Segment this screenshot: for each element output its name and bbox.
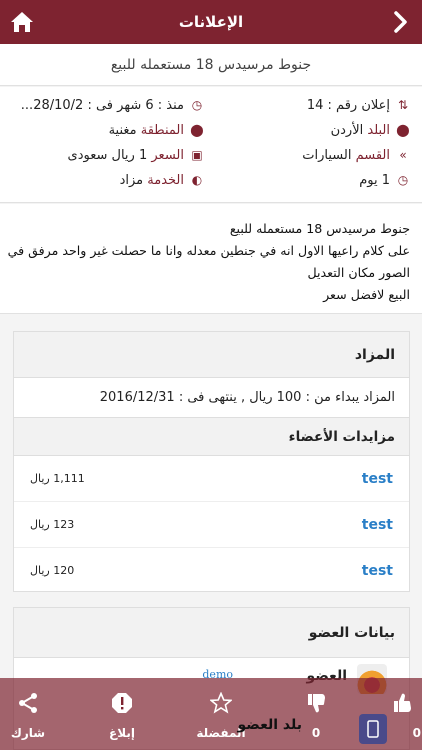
bid-row: test 123 ريال (14, 502, 409, 548)
like-count: 0 (412, 726, 421, 740)
bid-amount: 123 ريال (30, 518, 75, 531)
bid-user-link[interactable]: test (362, 548, 393, 594)
ad-number: ⇅إعلان رقم : 14 (230, 93, 410, 117)
bid-row: test 120 ريال (14, 548, 409, 594)
member-country-label: بلد العضو (237, 717, 302, 733)
bid-user-link[interactable]: test (362, 502, 393, 548)
share-button[interactable]: شارك (0, 678, 66, 750)
bid-amount: 1,111 ريال (30, 472, 85, 485)
back-chevron-icon[interactable] (386, 8, 414, 36)
dislike-button[interactable]: 0 (278, 678, 354, 750)
home-icon[interactable] (8, 8, 36, 36)
since: ◷منذ : 6 شهر فى : 28/10/2... (8, 93, 204, 117)
cash-icon: ▣ (191, 148, 203, 162)
bids-header: مزايدات الأعضاء (14, 418, 409, 456)
price: ▣السعر 1 ريال سعودى (8, 143, 204, 167)
description-line: على كلام راعيها الاول انه في جنطين معدله… (7, 243, 410, 258)
share-icon (19, 693, 37, 713)
thumbs-up-icon (394, 693, 412, 712)
top-bar: الإعلانات (0, 0, 422, 44)
bottom-action-bar: شارك إبلاغ المفضلة 0 0 (0, 678, 422, 750)
bid-amount: 120 ريال (30, 564, 75, 577)
auction-detail: المزاد يبداء من : 100 ريال , ينتهى فى : … (14, 378, 409, 418)
bid-user-link[interactable]: test (362, 456, 393, 502)
auction-header: المزاد (14, 332, 409, 378)
report-button[interactable]: إبلاغ (84, 678, 160, 750)
bid-row: test 1,111 ريال (14, 456, 409, 502)
clock-icon: ◷ (397, 173, 409, 187)
clock-icon: ◷ (191, 98, 203, 112)
category-icon: » (399, 148, 407, 162)
duration: ◷1 يوم (230, 168, 410, 192)
description-line: البيع لافضل سعر (323, 287, 410, 302)
thumbs-down-icon (308, 694, 325, 713)
sort-number-icon: ⇅ (397, 98, 409, 112)
share-label: شارك (10, 726, 46, 740)
toggle-icon: ◐ (191, 173, 203, 187)
ad-title: جنوط مرسيدس 18 مستعمله للبيع (0, 44, 422, 86)
country: ⬤البلد الأردن (230, 118, 410, 142)
alert-icon (112, 693, 132, 713)
ad-info: ⇅إعلان رقم : 14 ◷منذ : 6 شهر فى : 28/10/… (0, 87, 422, 203)
ad-description: جنوط مرسيدس 18 مستعمله للبيع على كلام را… (0, 204, 422, 314)
service: ◐الخدمة مزاد (8, 168, 204, 192)
description-line: جنوط مرسيدس 18 مستعمله للبيع (229, 221, 410, 236)
star-icon (210, 692, 232, 714)
page-title: الإعلانات (178, 13, 244, 31)
favorite-button[interactable]: المفضلة (183, 678, 259, 750)
description-line: الصور مكان التعديل (307, 265, 410, 280)
mobile-icon[interactable] (359, 714, 387, 744)
auction-card: المزاد المزاد يبداء من : 100 ريال , ينته… (13, 331, 410, 592)
member-header: بيانات العضو (14, 608, 409, 658)
map-pin-icon: ⬤ (190, 123, 204, 137)
region: ⬤المنطقة مغنية (8, 118, 204, 142)
report-label: إبلاغ (109, 726, 135, 740)
map-pin-icon: ⬤ (396, 123, 410, 137)
section: »القسم السيارات (230, 143, 410, 167)
